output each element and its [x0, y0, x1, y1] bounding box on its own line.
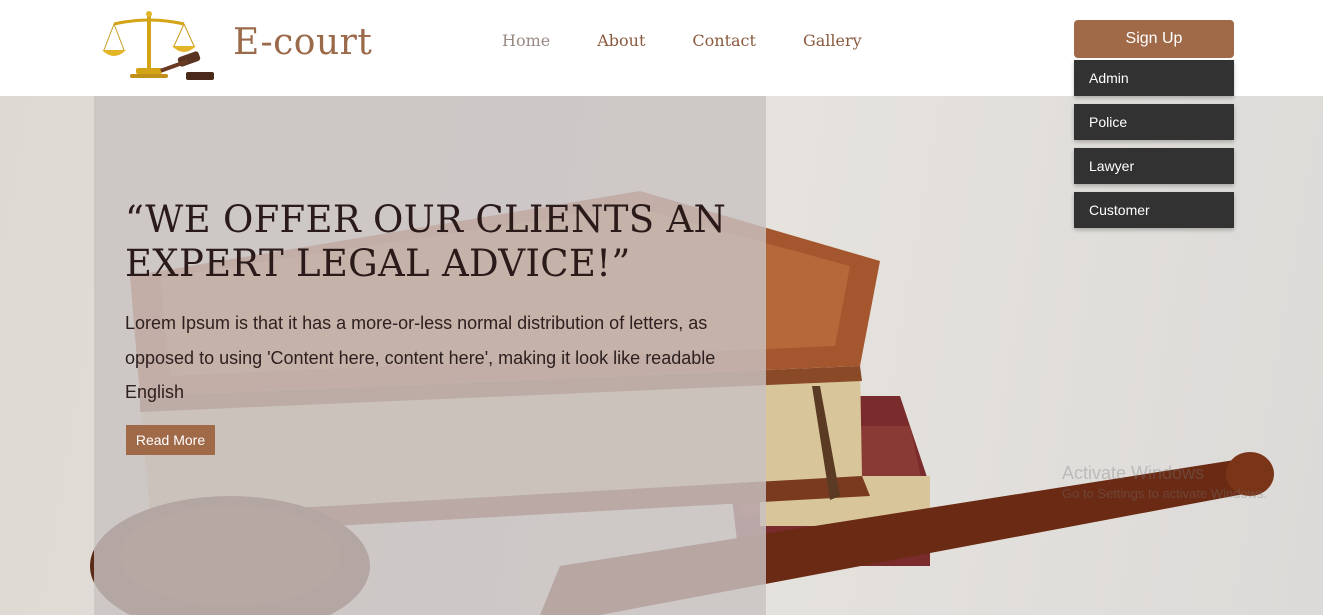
nav-home[interactable]: Home [502, 31, 550, 50]
main-nav: Home About Contact Gallery [502, 31, 862, 50]
hero-headline: “WE OFFER OUR CLIENTS AN EXPERT LEGAL AD… [125, 198, 727, 285]
scales-of-justice-logo-icon[interactable] [100, 10, 218, 82]
dropdown-item-customer[interactable]: Customer [1074, 192, 1234, 228]
dropdown-item-police[interactable]: Police [1074, 104, 1234, 140]
nav-contact[interactable]: Contact [692, 31, 756, 50]
signup-dropdown-menu: Admin Police Lawyer Customer [1074, 60, 1234, 236]
dropdown-item-lawyer[interactable]: Lawyer [1074, 148, 1234, 184]
nav-gallery[interactable]: Gallery [803, 31, 862, 50]
dropdown-item-admin[interactable]: Admin [1074, 60, 1234, 96]
read-more-button[interactable]: Read More [126, 425, 215, 455]
nav-about[interactable]: About [597, 31, 645, 50]
watermark-title: Activate Windows [1062, 463, 1205, 483]
hero-paragraph: Lorem Ipsum is that it has a more-or-les… [125, 313, 716, 402]
watermark-subtitle: Go to Settings to activate Windows. [1062, 486, 1268, 501]
signup-button[interactable]: Sign Up [1074, 20, 1234, 58]
windows-activation-watermark: Activate Windows Go to Settings to activ… [1062, 463, 1267, 501]
brand-name[interactable]: E-court [233, 22, 372, 63]
